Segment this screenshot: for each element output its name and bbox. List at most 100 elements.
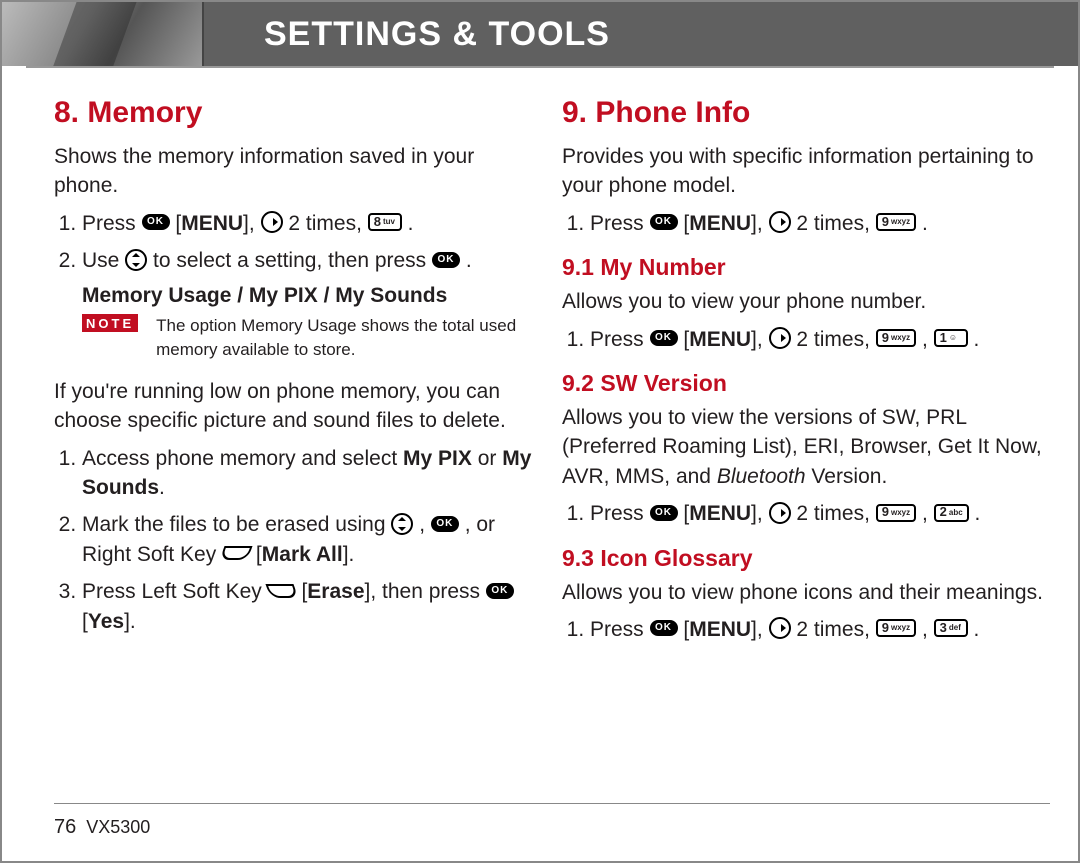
text: ], then press: [365, 580, 486, 603]
section-8-intro: Shows the memory information saved in yo…: [54, 142, 542, 201]
my-number-steps: Press OK [MENU], 2 times, 9wxyz , 1☺ .: [562, 325, 1050, 354]
model-label: VX5300: [86, 817, 150, 837]
list-item: Press Left Soft Key [Erase], then press …: [82, 577, 542, 636]
text: Press: [590, 328, 650, 351]
phone-info-steps: Press OK [MENU], 2 times, 9wxyz .: [562, 209, 1050, 238]
header-bar: SETTINGS & TOOLS: [2, 2, 1078, 66]
section-9-1-heading: 9.1 My Number: [562, 254, 1050, 281]
ok-icon: OK: [650, 330, 678, 346]
list-item: Press OK [MENU], 2 times, 8tuv .: [82, 209, 542, 238]
list-item: Press OK [MENU], 2 times, 9wxyz , 2abc .: [590, 499, 1050, 528]
key-3-icon: 3def: [934, 619, 968, 637]
text: .: [408, 212, 414, 235]
menu-label: MENU: [181, 212, 243, 235]
section-9-2-text: Allows you to view the versions of SW, P…: [562, 403, 1050, 491]
text: ],: [751, 618, 769, 641]
text: Access phone memory and select: [82, 447, 403, 470]
key-9-icon: 9wxyz: [876, 619, 916, 637]
text: 2 times,: [796, 618, 875, 641]
low-memory-text: If you're running low on phone memory, y…: [54, 377, 542, 436]
text: Press: [590, 212, 650, 235]
nav-right-icon: [769, 502, 791, 524]
list-item: Press OK [MENU], 2 times, 9wxyz , 3def .: [590, 615, 1050, 644]
key-1-icon: 1☺: [934, 329, 968, 347]
text: Press: [82, 212, 142, 235]
ok-icon: OK: [650, 620, 678, 636]
list-item: Press OK [MENU], 2 times, 9wxyz .: [590, 209, 1050, 238]
text: Yes: [88, 610, 124, 633]
text: Erase: [307, 580, 364, 603]
nav-updown-icon: [391, 513, 413, 535]
section-9-heading: 9. Phone Info: [562, 96, 1050, 130]
sw-version-steps: Press OK [MENU], 2 times, 9wxyz , 2abc .: [562, 499, 1050, 528]
menu-label: MENU: [689, 502, 751, 525]
key-9-icon: 9wxyz: [876, 329, 916, 347]
note-block: NOTE The option Memory Usage shows the t…: [82, 314, 542, 363]
right-softkey-icon: [220, 546, 253, 560]
section-9-intro: Provides you with specific information p…: [562, 142, 1050, 201]
text: Press Left Soft Key: [82, 580, 268, 603]
text: Press: [590, 618, 650, 641]
text: Press: [590, 502, 650, 525]
text: 2 times,: [796, 328, 875, 351]
text: ,: [419, 513, 431, 536]
nav-updown-icon: [125, 249, 147, 271]
text: .: [466, 249, 472, 272]
list-item: Use to select a setting, then press OK .: [82, 246, 542, 275]
memory-steps: Press OK [MENU], 2 times, 8tuv . Use to …: [54, 209, 542, 276]
key-9-icon: 9wxyz: [876, 213, 916, 231]
ok-icon: OK: [486, 583, 514, 599]
text: ],: [751, 212, 769, 235]
text: ].: [124, 610, 136, 633]
section-9-1-text: Allows you to view your phone number.: [562, 287, 1050, 316]
nav-right-icon: [769, 617, 791, 639]
text: ],: [243, 212, 261, 235]
left-softkey-icon: [265, 584, 298, 598]
header-photo: [2, 2, 204, 66]
nav-right-icon: [769, 327, 791, 349]
text: .: [975, 502, 981, 525]
text: 2 times,: [796, 502, 875, 525]
nav-right-icon: [261, 211, 283, 233]
menu-label: MENU: [689, 328, 751, 351]
text: ],: [751, 328, 769, 351]
text: ].: [343, 543, 355, 566]
text: Use: [82, 249, 125, 272]
menu-label: MENU: [689, 618, 751, 641]
key-9-icon: 9wxyz: [876, 504, 916, 522]
text: ],: [751, 502, 769, 525]
list-item: Mark the files to be erased using , OK ,…: [82, 510, 542, 569]
text: Mark All: [262, 543, 343, 566]
section-9-2-heading: 9.2 SW Version: [562, 370, 1050, 397]
note-text: The option Memory Usage shows the total …: [156, 314, 542, 363]
text: .: [159, 476, 165, 499]
text: 2 times,: [796, 212, 875, 235]
icon-glossary-steps: Press OK [MENU], 2 times, 9wxyz , 3def .: [562, 615, 1050, 644]
text: 2 times,: [288, 212, 367, 235]
section-8-heading: 8. Memory: [54, 96, 542, 130]
menu-label: MENU: [689, 212, 751, 235]
text: Mark the files to be erased using: [82, 513, 391, 536]
section-9-3-heading: 9.3 Icon Glossary: [562, 545, 1050, 572]
text: My PIX: [403, 447, 472, 470]
text: .: [973, 328, 979, 351]
ok-icon: OK: [650, 505, 678, 521]
ok-icon: OK: [142, 214, 170, 230]
note-label: NOTE: [82, 314, 138, 332]
section-9-3-text: Allows you to view phone icons and their…: [562, 578, 1050, 607]
right-column: 9. Phone Info Provides you with specific…: [562, 88, 1050, 652]
ok-icon: OK: [431, 516, 459, 532]
ok-icon: OK: [432, 252, 460, 268]
ok-icon: OK: [650, 214, 678, 230]
text: or: [472, 447, 502, 470]
text: .: [922, 212, 928, 235]
page-title: SETTINGS & TOOLS: [204, 15, 610, 54]
left-column: 8. Memory Shows the memory information s…: [54, 88, 542, 652]
page-footer: 76 VX5300: [2, 803, 1078, 839]
nav-right-icon: [769, 211, 791, 233]
list-item: Press OK [MENU], 2 times, 9wxyz , 1☺ .: [590, 325, 1050, 354]
text: .: [973, 618, 979, 641]
delete-steps: Access phone memory and select My PIX or…: [54, 444, 542, 636]
key-2-icon: 2abc: [934, 504, 969, 522]
list-item: Access phone memory and select My PIX or…: [82, 444, 542, 503]
